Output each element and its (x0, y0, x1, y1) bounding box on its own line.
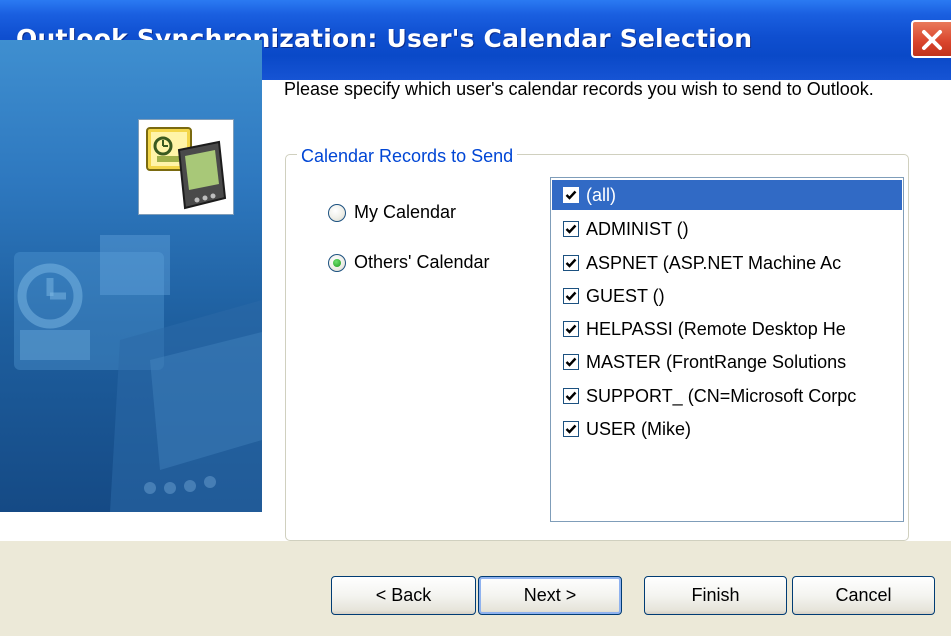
list-item-label: USER (Mike) (586, 418, 692, 439)
checkbox[interactable] (563, 255, 579, 271)
outlook-handheld-icon (146, 127, 227, 210)
close-icon (922, 30, 942, 50)
checkbox[interactable] (563, 187, 579, 203)
checkbox[interactable] (563, 388, 579, 404)
checkbox[interactable] (563, 288, 579, 304)
radio-label: Others' Calendar (354, 252, 490, 272)
checkbox[interactable] (563, 221, 579, 237)
dialog-window: Outlook Synchronization: User's Calendar… (0, 0, 951, 636)
checkmark-icon (565, 224, 577, 234)
list-item-label: ASPNET (ASP.NET Machine Ac (586, 252, 842, 273)
list-item-label: GUEST () (586, 285, 665, 306)
radio-label: My Calendar (354, 202, 457, 222)
banner-watermark (14, 235, 262, 512)
checkmark-icon (565, 291, 577, 301)
wizard-banner (0, 40, 262, 512)
checkmark-icon (565, 357, 577, 367)
list-item[interactable]: GUEST () (552, 281, 902, 311)
list-item-label: MASTER (FrontRange Solutions (586, 351, 847, 372)
instruction-text: Please specify which user's calendar rec… (284, 79, 874, 99)
user-calendar-list[interactable]: (all) ADMINIST () ASPNET (ASP.NET Machin… (550, 177, 904, 522)
list-item[interactable]: SUPPORT_ (CN=Microsoft Corpc (552, 381, 902, 411)
checkmark-icon (565, 258, 577, 268)
list-item[interactable]: ASPNET (ASP.NET Machine Ac (552, 248, 902, 278)
list-item[interactable]: MASTER (FrontRange Solutions (552, 347, 902, 377)
list-item-label: HELPASSI (Remote Desktop He (586, 318, 846, 339)
list-item-label: ADMINIST () (586, 218, 689, 239)
checkmark-icon (565, 190, 577, 200)
list-item-label: SUPPORT_ (CN=Microsoft Corpc (586, 385, 857, 406)
cancel-button[interactable]: Cancel (792, 576, 935, 615)
list-item[interactable]: USER (Mike) (552, 414, 902, 444)
radio-my-calendar[interactable]: My Calendar (328, 202, 456, 223)
outlook-logo-tile (138, 119, 234, 215)
checkmark-icon (565, 324, 577, 334)
list-item-label: (all) (586, 184, 616, 205)
list-item[interactable]: HELPASSI (Remote Desktop He (552, 314, 902, 344)
back-button[interactable]: < Back (331, 576, 476, 615)
checkmark-icon (565, 424, 577, 434)
next-button[interactable]: Next > (478, 576, 622, 615)
radio-others-calendar[interactable]: Others' Calendar (328, 252, 490, 273)
group-legend: Calendar Records to Send (297, 146, 518, 166)
checkbox[interactable] (563, 354, 579, 370)
radio-button-selected[interactable] (328, 253, 346, 272)
checkmark-icon (565, 391, 577, 401)
checkbox[interactable] (563, 321, 579, 337)
radio-button[interactable] (328, 203, 346, 222)
checkbox[interactable] (563, 421, 579, 437)
finish-button[interactable]: Finish (644, 576, 787, 615)
close-button[interactable] (911, 20, 951, 58)
list-item-all[interactable]: (all) (552, 180, 902, 210)
list-item[interactable]: ADMINIST () (552, 214, 902, 244)
